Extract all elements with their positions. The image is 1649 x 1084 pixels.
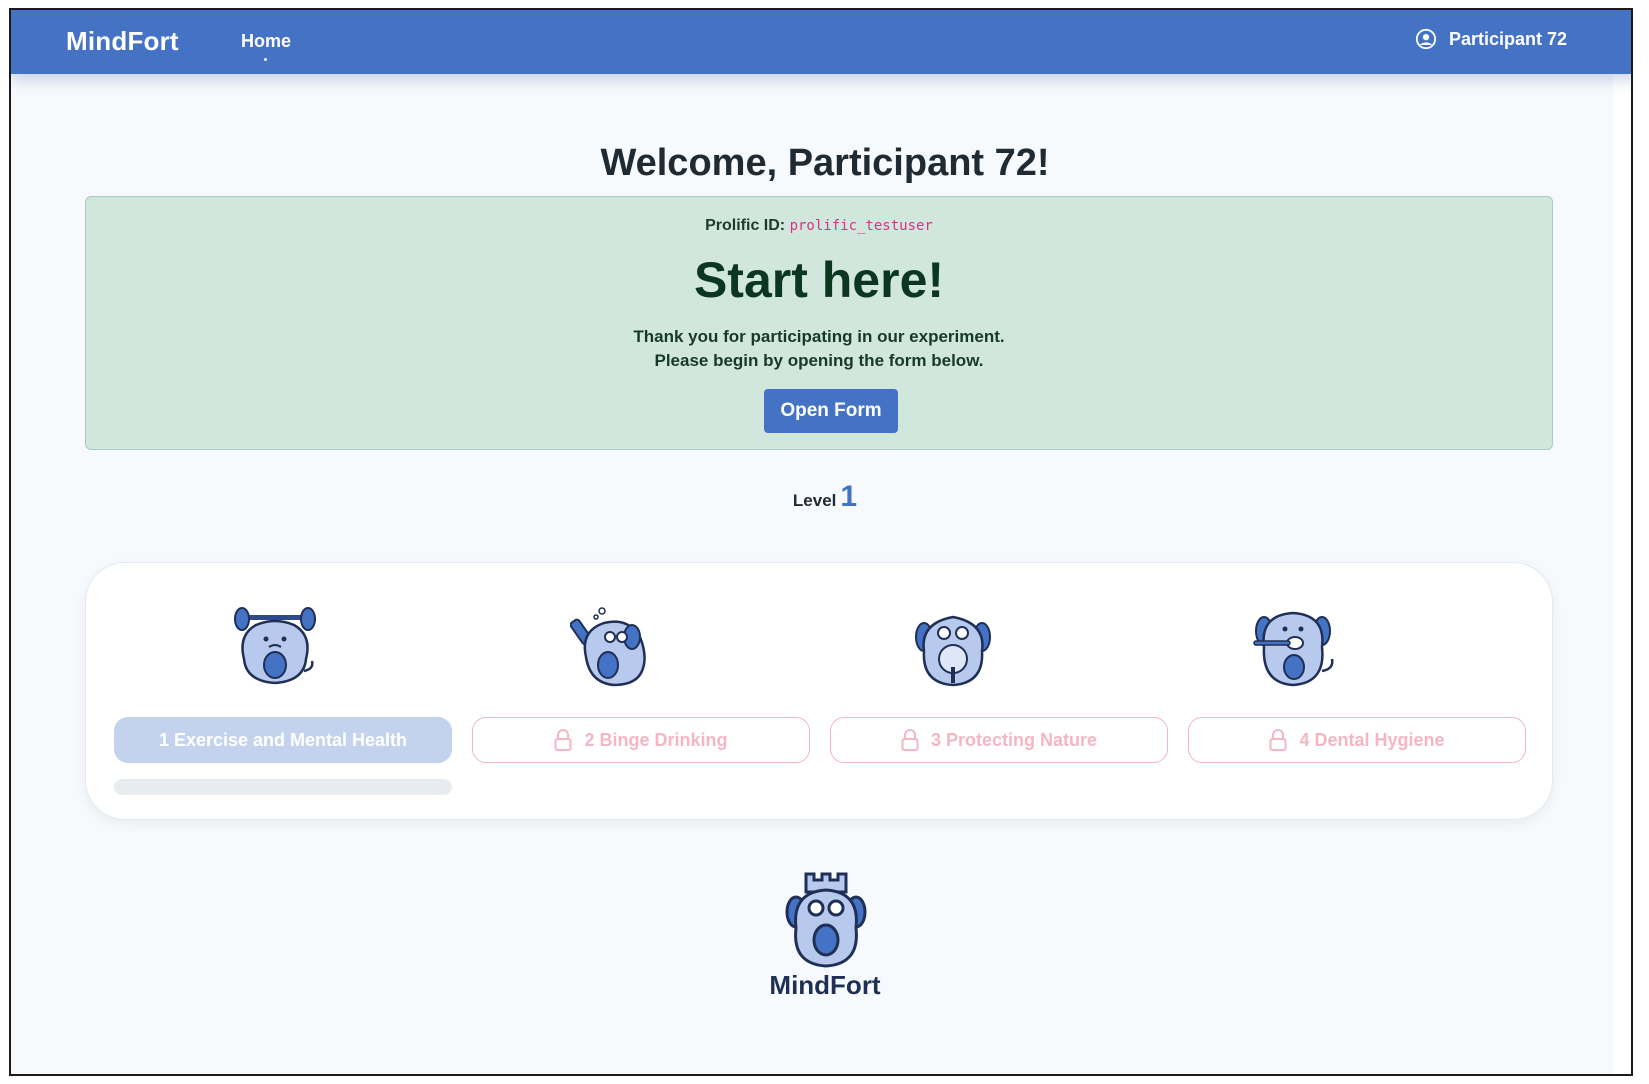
dog-lifting-weights-icon [234,607,316,685]
lock-icon [554,729,572,751]
level-indicator: Level 1 [11,480,1631,514]
dog-holding-tree-icon [915,615,991,687]
module-3-label: 3 Protecting Nature [930,729,1098,750]
dog-drinking-bottle-icon [570,607,646,687]
modules-card: 1 Exercise and Mental Health 2 Binge Dri… [85,562,1553,820]
module-4-button[interactable]: 4 Dental Hygiene [1188,717,1526,763]
instructions-text: Thank you for participating in our exper… [86,325,1552,373]
prolific-id-row: Prolific ID: prolific_testuser [86,217,1552,235]
page-title: Welcome, Participant 72! [600,142,1050,184]
nav-home-link[interactable]: Home [241,31,291,52]
user-menu[interactable]: Participant 72 [1415,28,1567,50]
module-4-label: 4 Dental Hygiene [1299,729,1445,750]
prolific-label: Prolific ID: [705,217,786,234]
mindfort-dog-tower-logo [785,872,867,968]
instructions-line-1: Thank you for participating in our exper… [633,327,1005,346]
start-heading: Start here! [693,252,945,308]
module-1-label: 1 Exercise and Mental Health [158,729,408,750]
active-indicator [264,58,267,61]
module-2-label: 2 Binge Drinking [584,729,728,750]
module-3-button[interactable]: 3 Protecting Nature [830,717,1168,763]
top-navbar: MindFort Home Participant 72 [11,10,1631,74]
user-circle-icon [1415,28,1437,50]
app-window: MindFort Home Participant 72 Welcome, Pa… [9,8,1633,1076]
level-label: Level [792,491,837,510]
prolific-id-value: prolific_testuser [789,218,933,234]
module-1-progress-bar [114,779,452,795]
lock-icon [901,729,919,751]
level-number: 1 [840,480,858,513]
module-1-button[interactable]: 1 Exercise and Mental Health [114,717,452,763]
brand-logo[interactable]: MindFort [66,26,179,57]
module-2-button[interactable]: 2 Binge Drinking [472,717,810,763]
dog-brushing-teeth-icon [1253,611,1334,687]
lock-icon [1269,729,1287,751]
instructions-line-2: Please begin by opening the form below. [654,351,984,370]
start-card: Prolific ID: prolific_testuser Start her… [85,196,1553,450]
open-form-button[interactable]: Open Form [764,389,898,433]
footer-brand: MindFort [769,970,881,1000]
user-name: Participant 72 [1448,28,1567,49]
